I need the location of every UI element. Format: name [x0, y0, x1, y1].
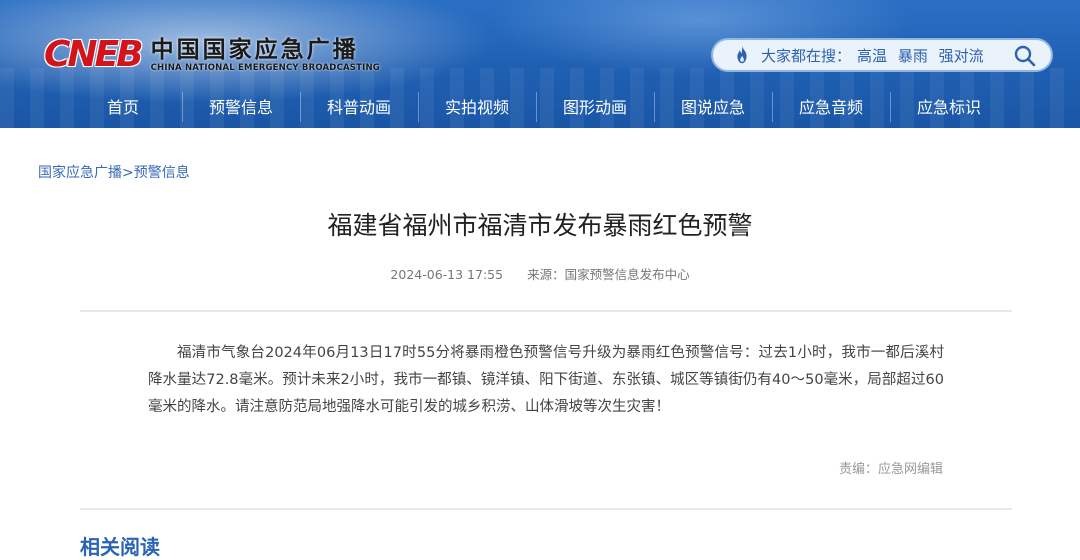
site-header: CNEB 中国国家应急广播 CHINA NATIONAL EMERGENCY B…: [0, 0, 1080, 128]
main-nav: 首页 预警信息 科普动画 实拍视频 图形动画 图说应急 应急音频 应急标识: [64, 88, 1008, 128]
article-editor: 责编：应急网编辑: [838, 462, 943, 477]
nav-item-audio[interactable]: 应急音频: [772, 88, 890, 128]
flame-icon: [737, 45, 747, 64]
nav-item-warnings[interactable]: 预警信息: [182, 88, 300, 128]
article-body: 福清市气象台2024年06月13日17时55分将暴雨橙色预警信号升级为暴雨红色预…: [148, 345, 944, 415]
hot-term-link[interactable]: 高温: [857, 47, 887, 65]
search-hint-label: 大家都在搜：: [761, 46, 852, 65]
nav-item-home[interactable]: 首页: [64, 88, 182, 128]
logo-english-name: CHINA NATIONAL EMERGENCY BROADCASTING: [150, 62, 380, 73]
article-title: 福建省福州市福清市发布暴雨红色预警: [327, 211, 753, 240]
breadcrumb: 国家应急广播>预警信息: [38, 162, 190, 182]
site-logo[interactable]: CNEB 中国国家应急广播 CHINA NATIONAL EMERGENCY B…: [44, 36, 380, 74]
hot-term-link[interactable]: 强对流: [939, 47, 984, 65]
logo-mark: CNEB: [44, 34, 144, 75]
nav-item-graphic-animation[interactable]: 图形动画: [536, 88, 654, 128]
logo-mark-text: CNEB: [44, 34, 144, 75]
logo-text: 中国国家应急广播 CHINA NATIONAL EMERGENCY BROADC…: [151, 37, 380, 74]
search-icon[interactable]: [1013, 44, 1037, 68]
nav-item-live-video[interactable]: 实拍视频: [418, 88, 536, 128]
hot-search-terms: 高温 暴雨 强对流: [857, 45, 990, 66]
logo-chinese-name: 中国国家应急广播: [150, 36, 359, 63]
divider: [80, 508, 1012, 510]
nav-item-signs[interactable]: 应急标识: [890, 88, 1008, 128]
breadcrumb-separator: >: [122, 165, 134, 181]
breadcrumb-root-link[interactable]: 国家应急广播: [38, 165, 122, 181]
search-box[interactable]: 大家都在搜： 高温 暴雨 强对流: [711, 38, 1053, 72]
article-meta: 2024-06-13 17:55 来源：国家预警信息发布中心: [0, 264, 1080, 283]
nav-item-science-animation[interactable]: 科普动画: [300, 88, 418, 128]
article-datetime: 2024-06-13 17:55: [390, 267, 504, 282]
breadcrumb-current-link[interactable]: 预警信息: [134, 165, 190, 181]
hot-term-link[interactable]: 暴雨: [898, 47, 928, 65]
related-reading-heading: 相关阅读: [80, 535, 160, 559]
divider: [80, 310, 1012, 312]
article-source: 来源：国家预警信息发布中心: [527, 267, 690, 282]
nav-item-illustrated[interactable]: 图说应急: [654, 88, 772, 128]
